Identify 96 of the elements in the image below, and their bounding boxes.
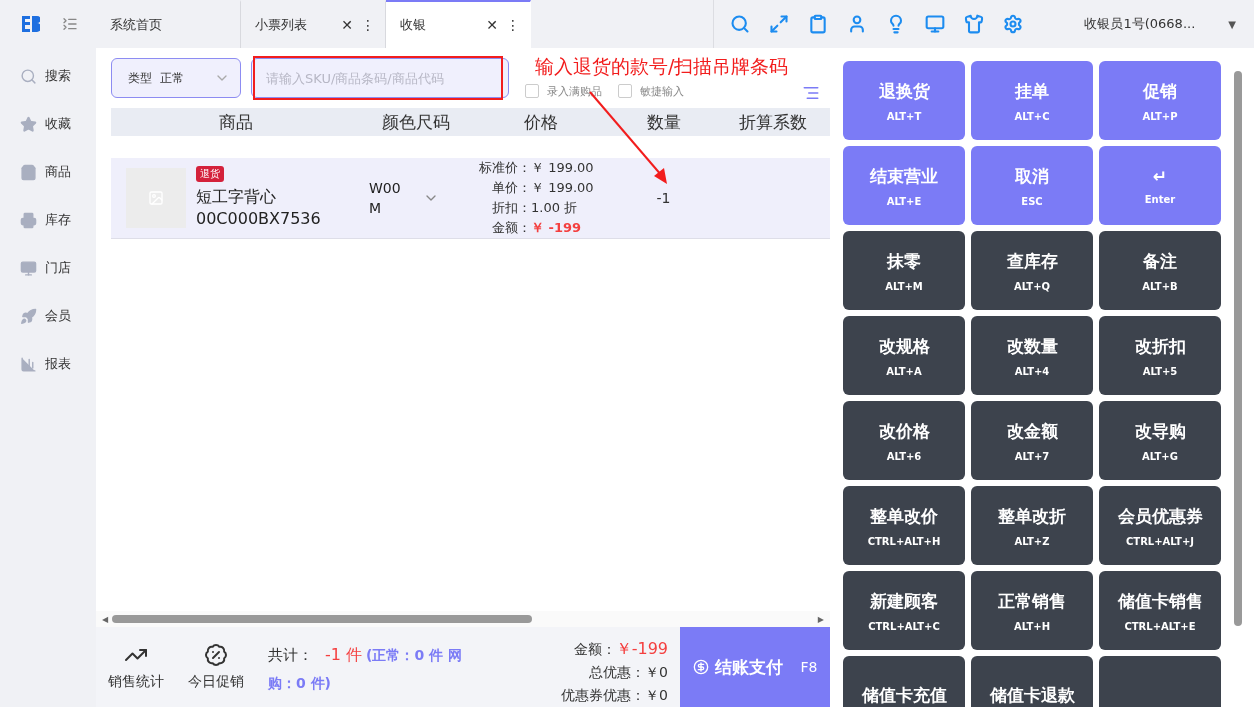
column-header: 商品 <box>218 110 254 134</box>
shortcut-button[interactable]: 新建顾客 CTRL+ALT+C <box>843 571 965 650</box>
scroll-left-arrow[interactable]: ◀ <box>102 614 109 624</box>
footer-action[interactable]: 销售统计 <box>96 627 176 707</box>
shirt-icon[interactable] <box>964 14 985 34</box>
sidebar-item[interactable]: 搜索 <box>20 64 96 88</box>
sidebar-label: 报表 <box>45 355 71 373</box>
checkbox[interactable] <box>525 84 539 98</box>
monitor-icon[interactable] <box>925 14 946 34</box>
price-value: ￥ -199 <box>531 219 583 237</box>
shortcut-button[interactable]: 改价格 ALT+6 <box>843 401 965 480</box>
price-value: ￥ 199.00 <box>531 179 595 197</box>
settings-icon[interactable] <box>1003 14 1024 34</box>
sum-value: ￥0 <box>645 664 668 680</box>
clipboard-icon[interactable] <box>808 14 829 34</box>
type-select[interactable]: 类型 正常 <box>111 58 241 98</box>
shortcut-button[interactable]: 结束营业 ALT+E <box>843 146 965 225</box>
menu-icon[interactable] <box>802 84 820 102</box>
monitor-icon <box>20 259 37 277</box>
expand-icon[interactable] <box>769 14 790 34</box>
sidebar-label: 商品 <box>45 163 71 181</box>
scroll-right-arrow[interactable]: ▶ <box>817 614 824 624</box>
annotation-text: 输入退货的款号/扫描吊牌条码 <box>535 55 789 77</box>
return-tag: 退货 <box>196 166 224 182</box>
more-icon[interactable]: ⋮ <box>506 17 520 33</box>
close-icon[interactable]: ✕ <box>341 17 353 33</box>
shortcut-button[interactable]: 储值卡销售 CTRL+ALT+E <box>1099 571 1221 650</box>
more-icon[interactable]: ⋮ <box>361 17 375 33</box>
sidebar-item[interactable]: 会员 <box>20 304 96 328</box>
printer-icon <box>20 211 37 229</box>
sidebar-label: 库存 <box>45 211 71 229</box>
sidebar-item[interactable]: 报表 <box>20 352 96 376</box>
sidebar-item[interactable]: 商品 <box>20 160 96 184</box>
shortcut-button[interactable]: 抹零 ALT+M <box>843 231 965 310</box>
shortcut-button[interactable]: 储值卡充值 <box>843 656 965 707</box>
sidebar-label: 收藏 <box>45 115 71 133</box>
sidebar-item[interactable]: 门店 <box>20 256 96 280</box>
sidebar-item[interactable]: 收藏 <box>20 112 96 136</box>
checkbox-label: 敏捷输入 <box>640 83 684 99</box>
price-value: ￥ 199.00 <box>531 159 595 177</box>
star-icon <box>20 115 37 133</box>
sum-value: ￥-199 <box>615 639 668 658</box>
shortcut-button[interactable]: 正常销售 ALT+H <box>971 571 1093 650</box>
sidebar-label: 搜索 <box>45 67 71 85</box>
shortcut-button[interactable]: 改规格 ALT+A <box>843 316 965 395</box>
shortcut-button[interactable]: 改数量 ALT+4 <box>971 316 1093 395</box>
sum-label: 优惠券优惠： <box>561 687 646 703</box>
sum-label: 金额： <box>573 641 616 657</box>
shortcut-button[interactable]: 改金额 ALT+7 <box>971 401 1093 480</box>
sidebar-item[interactable]: 库存 <box>20 208 96 232</box>
collapse-menu-icon[interactable] <box>62 16 78 32</box>
search-icon[interactable] <box>730 14 751 34</box>
column-header: 数量 <box>645 110 682 134</box>
sum-label: 总优惠： <box>589 664 646 680</box>
shortcut-button[interactable]: 促销 ALT+P <box>1099 61 1221 140</box>
checkout-button[interactable]: 结账支付 F8 <box>680 627 830 707</box>
sum-value: ￥0 <box>645 687 668 703</box>
total-summary: 共计： -1 件 (正常：0 件 网购：0 件) <box>267 644 463 693</box>
column-header: 折算系数 <box>738 110 808 134</box>
rocket-icon <box>20 307 37 325</box>
color-size: W00 M <box>369 179 401 218</box>
column-header: 颜色尺码 <box>381 110 451 134</box>
product-name: 短工字背心 <box>196 186 276 208</box>
quantity: -1 <box>655 190 672 206</box>
price-label: 单价： <box>491 179 531 197</box>
column-header: 价格 <box>523 110 559 134</box>
shortcut-button[interactable]: 改导购 ALT+G <box>1099 401 1221 480</box>
tab[interactable]: 收银 ✕ ⋮ <box>386 0 531 48</box>
scrollbar-thumb[interactable] <box>112 615 533 623</box>
user-name[interactable]: 收银员1号(0668... <box>1084 15 1196 33</box>
shortcut-button[interactable]: 整单改折 ALT+Z <box>971 486 1093 565</box>
shortcut-button[interactable]: 改折扣 ALT+5 <box>1099 316 1221 395</box>
shortcut-button[interactable]: 备注 ALT+B <box>1099 231 1221 310</box>
caret-icon[interactable]: ▼ <box>1228 18 1236 30</box>
price-value: 1.00 折 <box>531 199 579 217</box>
sidebar-label: 会员 <box>45 307 71 325</box>
sidebar-label: 门店 <box>45 259 71 277</box>
price-label: 标准价： <box>478 159 531 177</box>
shortcut-button[interactable]: 挂单 ALT+C <box>971 61 1093 140</box>
discount-icon <box>204 643 228 667</box>
checkbox[interactable] <box>618 84 632 98</box>
footer-action[interactable]: 今日促销 <box>176 627 256 707</box>
shortcut-button[interactable]: 查库存 ALT+Q <box>971 231 1093 310</box>
price-label: 金额： <box>491 219 531 237</box>
price-label: 折扣： <box>491 199 531 217</box>
logo-icon <box>22 16 40 32</box>
shortcut-button[interactable]: 会员优惠券 CTRL+ALT+J <box>1099 486 1221 565</box>
shortcut-button[interactable]: 退换货 ALT+T <box>843 61 965 140</box>
shortcut-button[interactable]: 取消 ESC <box>971 146 1093 225</box>
coin-icon <box>692 659 709 675</box>
shortcut-button[interactable]: 储值卡退款 <box>971 656 1093 707</box>
search-icon <box>20 67 37 85</box>
close-icon[interactable]: ✕ <box>486 17 498 33</box>
shortcut-button[interactable]: ↵ Enter <box>1099 146 1221 225</box>
shortcut-button[interactable]: 整单改价 CTRL+ALT+H <box>843 486 965 565</box>
product-code: 00C000BX7536 <box>196 208 321 230</box>
